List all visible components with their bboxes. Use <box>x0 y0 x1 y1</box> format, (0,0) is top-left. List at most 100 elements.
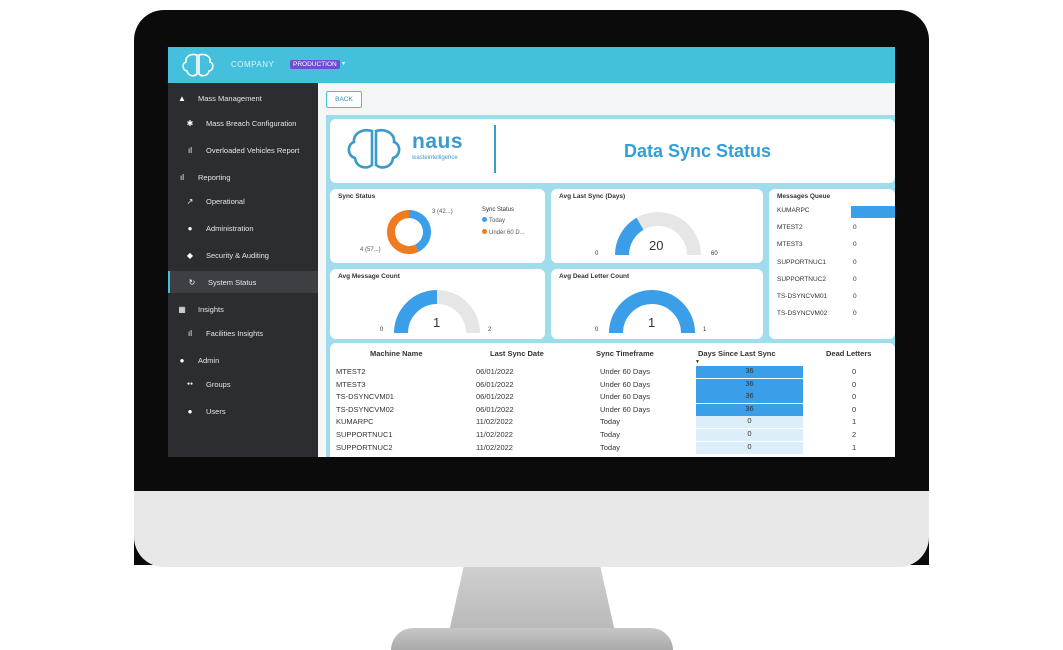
sort-descending-icon[interactable]: ▼ <box>695 359 700 365</box>
column-header-timeframe[interactable]: Sync Timeframe <box>596 349 654 358</box>
bar-chart-icon: ıl <box>188 328 192 338</box>
sidebar-item-label: Facilities Insights <box>206 328 264 338</box>
cell-dead: 2 <box>852 430 857 439</box>
column-header-last-sync[interactable]: Last Sync Date <box>490 349 544 358</box>
sidebar-item-security-auditing[interactable]: ◆ Security & Auditing <box>168 244 318 266</box>
legend-item-under-60[interactable]: Under 60 D... <box>482 229 525 236</box>
naus-cloud-logo-icon <box>347 128 401 169</box>
sidebar-item-label: Administration <box>206 223 254 233</box>
sync-table: Machine Name Last Sync Date Sync Timefra… <box>330 343 895 457</box>
sidebar-item-mass-management[interactable]: ▲ Mass Management <box>168 87 318 109</box>
monitor-stand-base <box>391 628 673 650</box>
column-header-dead-letters[interactable]: Dead Letters <box>826 349 871 358</box>
avg-dead-letter-gauge[interactable] <box>597 281 707 339</box>
queue-value: 0 <box>853 310 857 317</box>
company-name: COMPANY <box>231 60 275 69</box>
queue-bar[interactable] <box>851 206 895 218</box>
sidebar-item-administration[interactable]: ● Administration <box>168 217 318 239</box>
legend-dot-icon <box>482 217 487 222</box>
avg-message-count-card: Avg Message Count 1 0 2 <box>330 269 545 339</box>
donut-slice[interactable] <box>387 210 419 254</box>
column-header-machine[interactable]: Machine Name <box>370 349 423 358</box>
cell-days: 0 <box>696 441 803 454</box>
cell-dead: 1 <box>852 417 857 427</box>
sidebar-item-facilities-insights[interactable]: ıl Facilities Insights <box>168 322 318 344</box>
sidebar-item-label: Insights <box>198 304 224 314</box>
gauge-max: 60 <box>711 251 718 257</box>
environment-selector[interactable]: PRODUCTION <box>290 60 340 69</box>
card-title: Avg Dead Letter Count <box>559 273 630 280</box>
queue-value: 0 <box>853 259 857 266</box>
gauge-fill[interactable] <box>394 290 438 334</box>
avg-message-count-gauge[interactable] <box>382 281 492 339</box>
sidebar-item-overloaded-vehicles-report[interactable]: ıl Overloaded Vehicles Report <box>168 139 318 161</box>
cell-last-sync: 06/01/2022 <box>476 392 514 402</box>
cell-machine: MTEST3 <box>336 379 366 389</box>
cell-timeframe: Under 60 Days <box>600 367 651 376</box>
cell-last-sync: 11/02/2022 <box>476 430 513 439</box>
header-divider <box>494 125 496 173</box>
table-row[interactable]: SUPPORTNUC1 11/02/2022 Today 2 0 <box>330 429 895 441</box>
sidebar-item-mass-breach-configuration[interactable]: ✱ Mass Breach Configuration <box>168 112 318 134</box>
cell-days: 36 <box>696 378 803 391</box>
card-title: Messages Queue <box>777 193 831 200</box>
table-row[interactable]: TS-DSYNCVM01 06/01/2022 Under 60 Days 0 36 <box>330 391 895 404</box>
table-row[interactable]: MTEST2 06/01/2022 Under 60 Days 0 36 <box>330 366 895 378</box>
queue-row: SUPPORTNUC2 0 <box>777 276 895 291</box>
queue-value: 0 <box>853 276 857 283</box>
gauge-min: 0 <box>595 327 599 333</box>
sidebar-item-label: Reporting <box>198 172 231 182</box>
user-icon: ● <box>179 355 185 365</box>
cell-dead: 0 <box>852 367 857 376</box>
app-screen: COMPANY PRODUCTION ▾ ▲ Mass Management ✱… <box>168 47 895 457</box>
cell-machine: SUPPORTNUC2 <box>336 442 393 452</box>
queue-machine: SUPPORTNUC1 <box>777 259 827 266</box>
legend-item-today[interactable]: Today <box>482 217 505 224</box>
sidebar-item-admin[interactable]: ● Admin <box>168 349 318 371</box>
queue-row: TS-DSYNCVM02 0 <box>777 310 895 325</box>
queue-value: 0 <box>853 241 857 248</box>
cell-last-sync: 06/01/2022 <box>476 404 514 414</box>
sidebar-item-operational[interactable]: ↗ Operational <box>168 190 318 212</box>
queue-machine: TS-DSYNCVM01 <box>777 293 828 300</box>
gauge-min: 0 <box>595 251 599 257</box>
sidebar-item-users[interactable]: ● Users <box>168 400 318 422</box>
monitor-stand-neck <box>449 567 615 631</box>
sidebar-item-groups[interactable]: ●● Groups <box>168 373 318 395</box>
brand-tagline: wasteintelligence <box>412 155 458 161</box>
cloud-brain-logo-icon[interactable] <box>180 52 216 78</box>
legend-title: Sync Status <box>482 207 515 213</box>
sync-icon: ↻ <box>188 277 196 287</box>
legend-label: Under 60 D... <box>489 230 525 236</box>
queue-machine: SUPPORTNUC2 <box>777 276 827 283</box>
sidebar-item-system-status[interactable]: ↻ System Status <box>168 271 318 293</box>
cell-last-sync: 11/02/2022 <box>476 442 513 452</box>
queue-machine: TS-DSYNCVM02 <box>777 310 828 317</box>
column-header-days[interactable]: Days Since Last Sync <box>698 349 776 358</box>
bar-chart-icon: ıl <box>180 172 184 182</box>
cell-days: 0 <box>696 429 803 441</box>
cell-timeframe: Today <box>600 417 621 427</box>
cell-machine: MTEST2 <box>336 367 366 376</box>
table-row[interactable]: SUPPORTNUC2 11/02/2022 Today 1 0 <box>330 441 895 454</box>
gauge-value: 1 <box>433 315 441 330</box>
cell-dead: 0 <box>852 404 857 414</box>
sync-status-donut[interactable] <box>384 207 434 257</box>
gauge-fill[interactable] <box>615 217 644 256</box>
monitor-chin <box>134 491 929 567</box>
cell-last-sync: 06/01/2022 <box>476 379 514 389</box>
sidebar: ▲ Mass Management ✱ Mass Breach Configur… <box>168 83 318 457</box>
table-row[interactable]: TS-DSYNCVM02 06/01/2022 Under 60 Days 0 36 <box>330 403 895 416</box>
queue-machine: KUMARPC <box>777 207 810 214</box>
sidebar-item-reporting[interactable]: ıl Reporting <box>168 166 318 188</box>
user-gear-icon: ● <box>187 223 193 233</box>
sidebar-item-label: Operational <box>206 196 245 206</box>
queue-row: SUPPORTNUC1 0 <box>777 259 895 274</box>
users-icon: ●● <box>186 381 194 387</box>
sidebar-item-insights[interactable]: ▦ Insights <box>168 298 318 320</box>
table-row[interactable]: MTEST3 06/01/2022 Under 60 Days 0 36 <box>330 378 895 391</box>
chevron-down-icon[interactable]: ▾ <box>342 60 345 67</box>
donut-slice[interactable] <box>408 210 431 252</box>
table-row[interactable]: KUMARPC 11/02/2022 Today 1 0 <box>330 416 895 429</box>
back-button[interactable]: BACK <box>326 91 362 108</box>
